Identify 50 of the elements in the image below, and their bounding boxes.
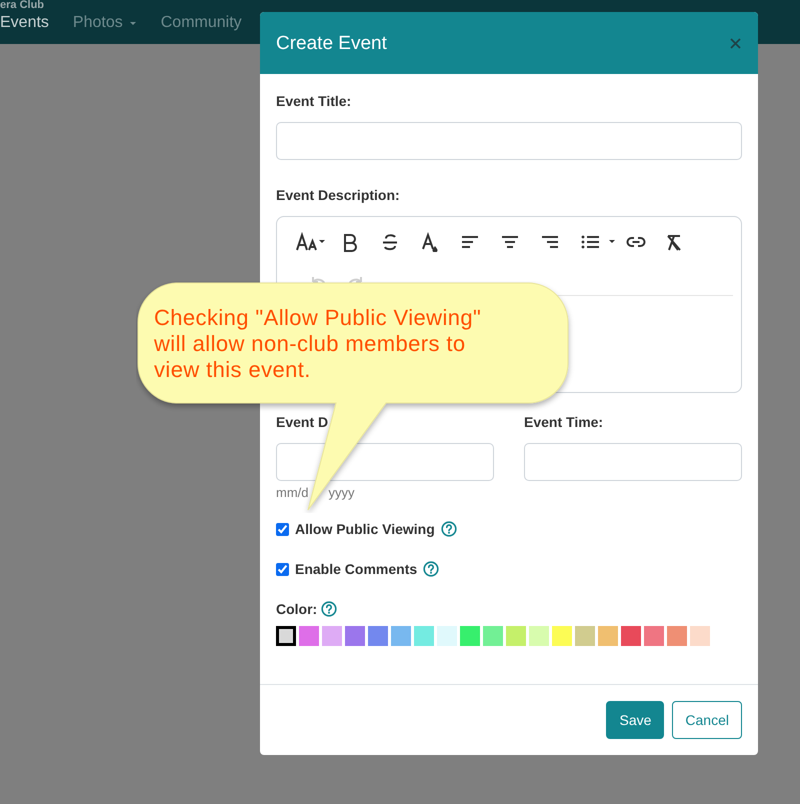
text-color-icon (420, 232, 440, 252)
color-swatch[interactable] (621, 626, 641, 646)
font-size-icon (295, 232, 327, 252)
help-icon[interactable] (423, 561, 440, 577)
strikethrough-icon (380, 232, 400, 252)
close-button[interactable] (728, 36, 742, 50)
field-label: Event Title: (276, 94, 352, 108)
field-hint: yyyy (328, 486, 354, 499)
color-swatch[interactable] (483, 626, 503, 646)
nav-link[interactable]: Events (0, 15, 49, 31)
color-swatch[interactable] (644, 626, 664, 646)
color-swatch[interactable] (414, 626, 434, 646)
field-label: Event Description: (276, 188, 401, 202)
checkbox[interactable] (276, 522, 289, 536)
color-swatch[interactable] (460, 626, 480, 646)
brand-title: era Club (0, 0, 44, 11)
cancel-button[interactable]: Cancel (672, 701, 742, 739)
nav-link[interactable]: Community (160, 15, 242, 31)
help-icon[interactable] (440, 521, 457, 537)
field-label: Event Time: (524, 415, 604, 429)
color-swatch[interactable] (437, 626, 457, 646)
field-label: Event D (276, 415, 330, 429)
color-swatch[interactable] (667, 626, 687, 646)
color-swatch[interactable] (391, 626, 411, 646)
checkbox-label: Allow Public Viewing (295, 522, 435, 536)
checkbox-label: Enable Comments (295, 562, 418, 576)
field-label: Color: (276, 602, 318, 616)
save-button[interactable]: Save (606, 701, 664, 739)
checkbox[interactable] (276, 562, 289, 576)
color-swatch[interactable] (299, 626, 319, 646)
color-swatch[interactable] (322, 626, 342, 646)
color-swatch[interactable] (690, 626, 710, 646)
color-swatch[interactable] (529, 626, 549, 646)
toolbar-button[interactable] (420, 231, 440, 253)
close-icon (730, 38, 740, 48)
color-swatch[interactable] (575, 626, 595, 646)
color-swatch[interactable] (506, 626, 526, 646)
help-icon[interactable] (321, 601, 338, 617)
nav-link[interactable]: Photos (72, 15, 137, 31)
modal-title: Create Event (276, 34, 387, 52)
time-field[interactable] (524, 443, 742, 481)
color-swatch[interactable] (598, 626, 618, 646)
color-swatch[interactable] (552, 626, 572, 646)
color-swatch[interactable] (368, 626, 388, 646)
color-swatch[interactable] (276, 626, 296, 646)
toolbar-button[interactable] (295, 231, 327, 253)
color-swatch[interactable] (345, 626, 365, 646)
input-field[interactable] (276, 122, 742, 160)
callout-text: Checking "Allow Public Viewing" will allow non-club members to view this event. (154, 305, 482, 383)
field-hint: mm/d (276, 486, 308, 499)
